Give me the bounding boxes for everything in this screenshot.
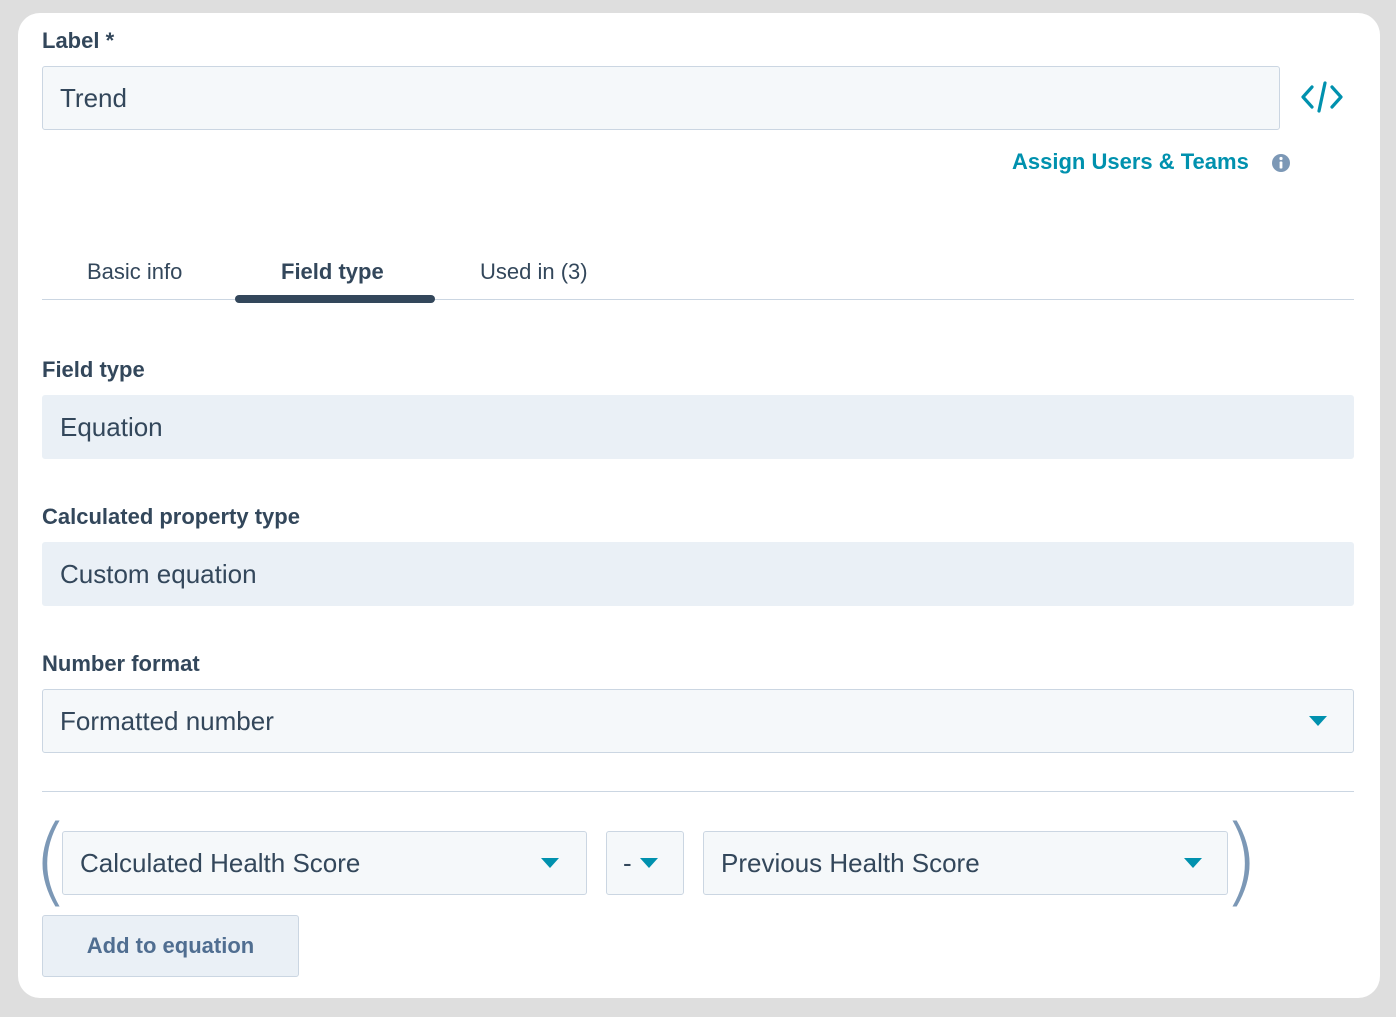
right-operand-value: Previous Health Score [721, 847, 980, 878]
assign-users-teams-link[interactable]: Assign Users & Teams [1012, 149, 1249, 175]
field-type-value: Equation [42, 395, 1354, 459]
chevron-down-icon [1309, 716, 1327, 726]
add-to-equation-button[interactable]: Add to equation [42, 915, 299, 977]
left-operand-value: Calculated Health Score [80, 847, 361, 878]
operator-select[interactable]: - [606, 831, 684, 895]
calculated-property-type-value: Custom equation [42, 542, 1354, 606]
chevron-down-icon [640, 858, 658, 868]
number-format-label: Number format [42, 651, 200, 676]
number-format-selected: Formatted number [60, 705, 274, 736]
field-type-value-text: Equation [60, 411, 163, 442]
property-editor-card: Label * Trend Assign Users & Teams Basic… [18, 13, 1380, 998]
label-input[interactable]: Trend [42, 66, 1280, 130]
number-format-select[interactable]: Formatted number [42, 689, 1354, 753]
operator-value: - [623, 847, 632, 878]
tab-used-in[interactable]: Used in (3) [480, 259, 588, 285]
tab-field-type[interactable]: Field type [281, 259, 384, 285]
field-type-label: Field type [42, 357, 145, 382]
chevron-down-icon [541, 858, 559, 868]
code-icon[interactable] [1300, 79, 1344, 115]
right-operand-select[interactable]: Previous Health Score [703, 831, 1228, 895]
label-input-value: Trend [60, 82, 127, 113]
tab-basic-info[interactable]: Basic info [87, 259, 182, 285]
calculated-property-type-value-text: Custom equation [60, 558, 257, 589]
label-field-label: Label * [42, 28, 115, 53]
chevron-down-icon [1184, 858, 1202, 868]
section-divider [42, 791, 1354, 792]
left-operand-select[interactable]: Calculated Health Score [62, 831, 587, 895]
info-icon[interactable] [1271, 153, 1291, 173]
close-paren: ) [1222, 805, 1260, 917]
calculated-property-type-label: Calculated property type [42, 504, 300, 529]
active-tab-indicator [235, 295, 435, 303]
